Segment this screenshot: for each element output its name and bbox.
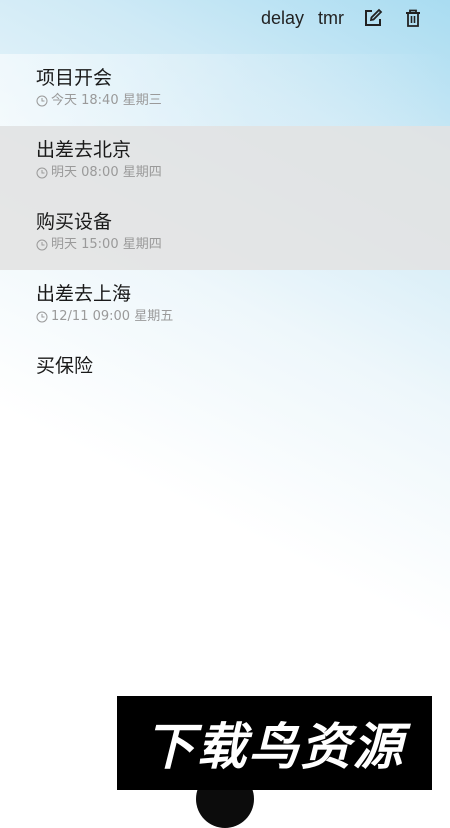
item-time: 明天 15:00 星期四 <box>51 237 162 252</box>
item-title: 出差去北京 <box>36 139 132 161</box>
list-item[interactable]: 出差去上海 12/11 09:00 星期五 <box>0 270 450 342</box>
item-time-row: 12/11 09:00 星期五 <box>36 309 450 325</box>
item-time-row: 明天 08:00 星期四 <box>36 165 450 181</box>
delay-button[interactable]: delay <box>261 8 304 29</box>
trash-icon[interactable] <box>402 7 424 29</box>
item-time-row: 明天 15:00 星期四 <box>36 237 450 253</box>
item-time: 今天 18:40 星期三 <box>51 93 162 108</box>
item-time-row: 今天 18:40 星期三 <box>36 93 450 109</box>
watermark-banner: 下载鸟资源 <box>117 696 432 790</box>
edit-icon[interactable] <box>362 7 384 29</box>
item-title: 出差去上海 <box>36 283 132 305</box>
item-title: 项目开会 <box>36 67 113 89</box>
list-item[interactable]: 项目开会 今天 18:40 星期三 <box>0 54 450 126</box>
list-item[interactable]: 购买设备 明天 15:00 星期四 <box>0 198 450 270</box>
tmr-button[interactable]: tmr <box>318 8 344 29</box>
list-item[interactable]: 出差去北京 明天 08:00 星期四 <box>0 126 450 198</box>
clock-icon <box>36 95 48 107</box>
item-title: 买保险 <box>36 355 94 377</box>
clock-icon <box>36 311 48 323</box>
top-toolbar: delay tmr <box>247 0 450 36</box>
item-time: 明天 08:00 星期四 <box>51 165 162 180</box>
watermark-text: 下载鸟资源 <box>144 718 405 776</box>
clock-icon <box>36 167 48 179</box>
item-time: 12/11 09:00 星期五 <box>51 309 174 324</box>
list-item[interactable]: 买保险 <box>0 342 450 414</box>
reminder-list: 项目开会 今天 18:40 星期三 出差去北京 明天 08:00 星期四 购买设… <box>0 54 450 414</box>
clock-icon <box>36 239 48 251</box>
item-title: 购买设备 <box>36 211 113 233</box>
